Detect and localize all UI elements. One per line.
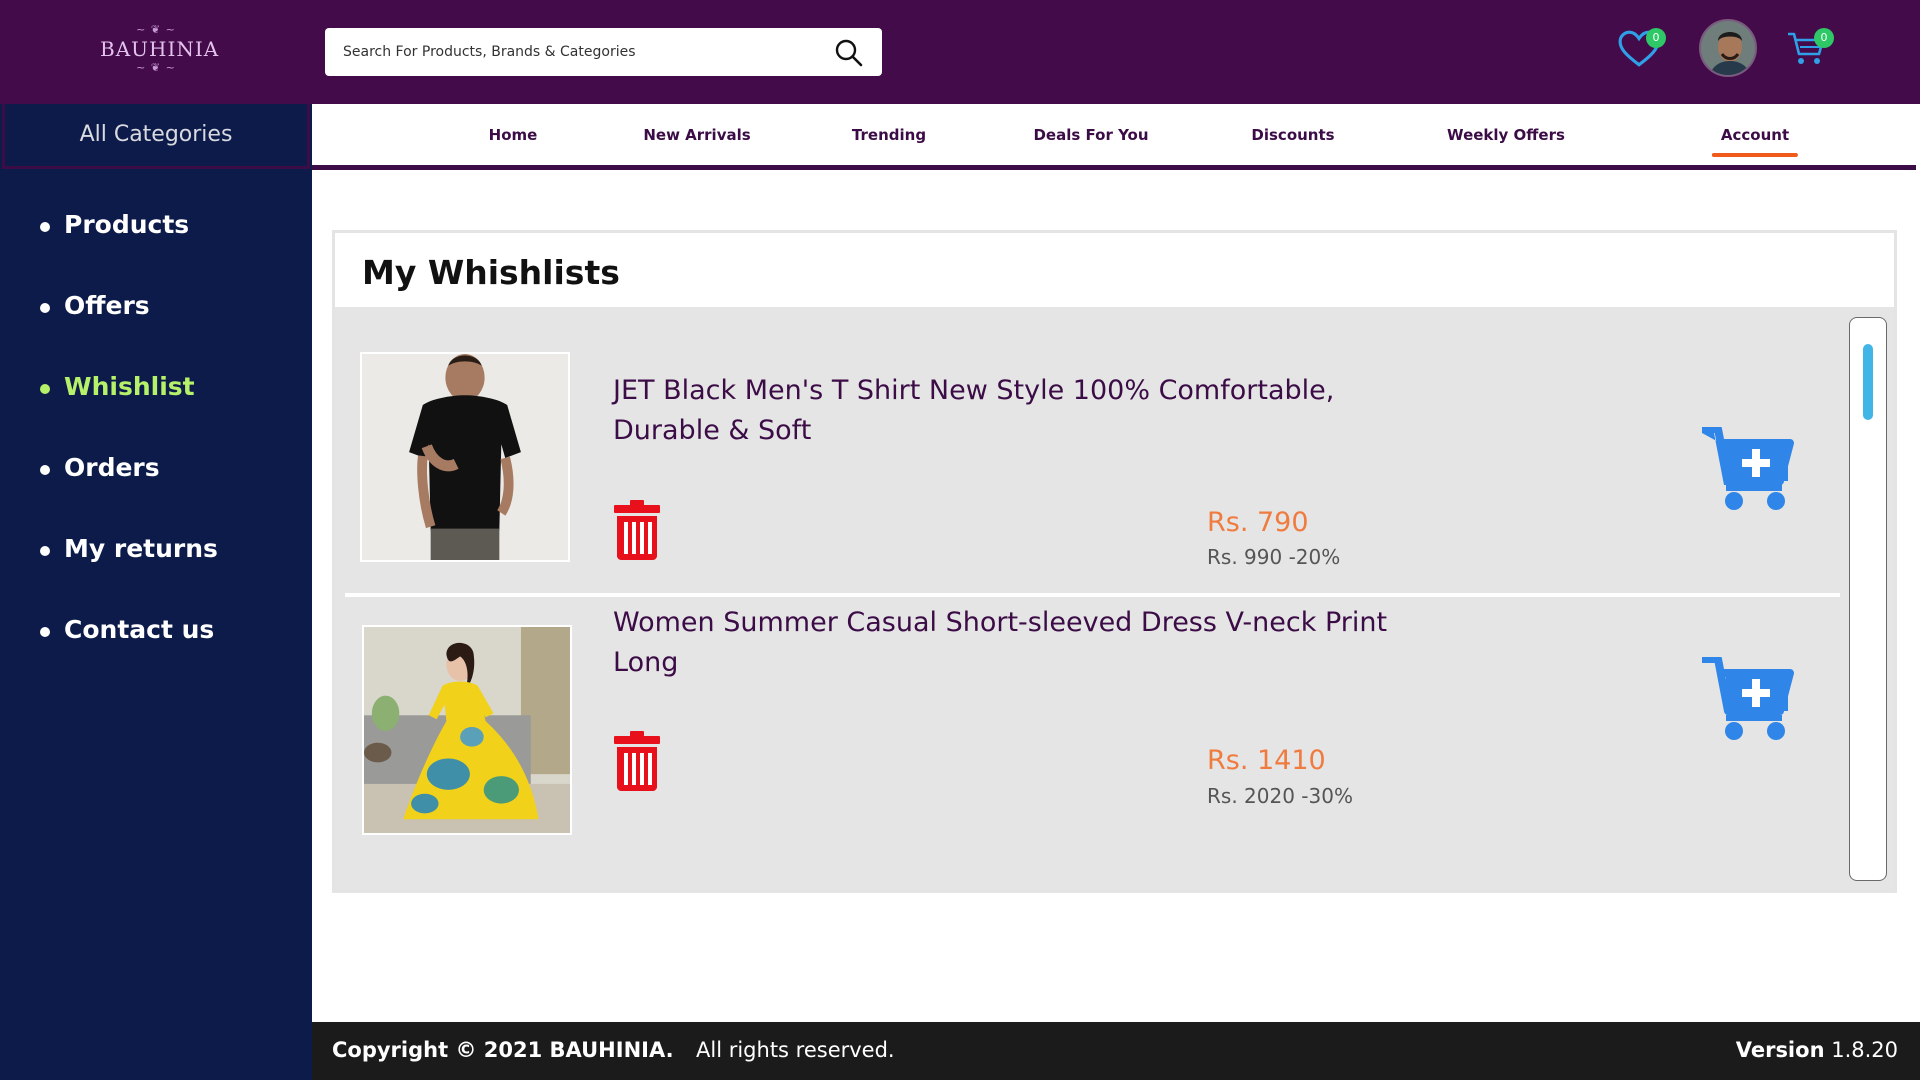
nav-weekly-offers[interactable]: Weekly Offers (1447, 126, 1565, 144)
dress-photo-icon (364, 627, 570, 833)
search-icon[interactable] (834, 38, 864, 68)
logo-flourish-bottom: ~ ❦ ~ (136, 61, 176, 74)
sidebar-item-label: Whishlist (64, 372, 195, 401)
nav-new-arrivals[interactable]: New Arrivals (643, 126, 750, 144)
bullet-icon (40, 303, 50, 313)
tshirt-photo-icon (362, 354, 568, 560)
product-image[interactable] (360, 352, 570, 562)
sidebar-item-my-returns[interactable]: My returns (0, 534, 312, 615)
nav-trending[interactable]: Trending (852, 126, 926, 144)
search-input[interactable] (343, 28, 823, 76)
sidebar-menu: Products Offers Whishlist Orders My retu… (0, 210, 312, 696)
trash-icon[interactable] (613, 731, 661, 791)
nav-account[interactable]: Account (1711, 126, 1799, 157)
scrollbar[interactable] (1849, 317, 1887, 881)
top-nav: Home New Arrivals Trending Deals For You… (312, 104, 1916, 170)
bullet-icon (40, 627, 50, 637)
version-info: Version 1.8.20 (1736, 1038, 1898, 1062)
bullet-icon (40, 546, 50, 556)
nav-discounts[interactable]: Discounts (1251, 126, 1334, 144)
sidebar-item-label: Orders (64, 453, 160, 482)
product-original-price: Rs. 2020 -30% (1207, 784, 1353, 808)
sidebar-item-label: My returns (64, 534, 218, 563)
product-title[interactable]: JET Black Men's T Shirt New Style 100% C… (613, 371, 1433, 451)
avatar[interactable] (1699, 19, 1757, 77)
copyright-text: Copyright © 2021 BAUHINIA. (332, 1038, 674, 1062)
version-number: 1.8.20 (1831, 1038, 1898, 1062)
sidebar-item-offers[interactable]: Offers (0, 291, 312, 372)
panel-header: My Whishlists (335, 233, 1894, 307)
product-original-price: Rs. 990 -20% (1207, 545, 1341, 569)
top-bar: ~ ❦ ~ BAUHINIA ~ ❦ ~ 0 (0, 0, 1920, 104)
add-to-cart-icon[interactable] (1700, 427, 1795, 511)
wishlist-panel: My Whishlists JET Black Men's T Shirt Ne… (332, 230, 1897, 893)
cart-button[interactable]: 0 (1786, 24, 1838, 70)
rights-text: All rights reserved. (696, 1038, 895, 1062)
user-photo-icon (1701, 21, 1755, 75)
trash-icon[interactable] (613, 500, 661, 560)
nav-home[interactable]: Home (489, 126, 538, 144)
sidebar-item-products[interactable]: Products (0, 210, 312, 291)
search-bar (325, 28, 882, 76)
product-price: Rs. 1410 (1207, 745, 1326, 776)
brand-name: BAUHINIA (100, 37, 220, 61)
sidebar-item-whishlist[interactable]: Whishlist (0, 372, 312, 453)
version-label: Version (1735, 1038, 1825, 1062)
sidebar-item-label: Products (64, 210, 190, 239)
bullet-icon (40, 384, 50, 394)
bullet-icon (40, 465, 50, 475)
all-categories-button[interactable]: All Categories (2, 104, 310, 169)
logo-flourish-top: ~ ❦ ~ (136, 23, 176, 36)
product-image[interactable] (362, 625, 572, 835)
page-title: My Whishlists (362, 253, 620, 292)
bullet-icon (40, 222, 50, 232)
add-to-cart-icon[interactable] (1700, 657, 1795, 741)
sidebar: All Categories Products Offers Whishlist… (0, 104, 312, 1080)
sidebar-item-orders[interactable]: Orders (0, 453, 312, 534)
brand-logo[interactable]: ~ ❦ ~ BAUHINIA ~ ❦ ~ (100, 23, 220, 78)
footer: Copyright © 2021 BAUHINIA. All rights re… (312, 1022, 1920, 1080)
scrollbar-thumb[interactable] (1863, 344, 1873, 420)
wishlist-button[interactable]: 0 (1618, 24, 1670, 70)
sidebar-item-label: Offers (64, 291, 150, 320)
sidebar-item-label: Contact us (64, 615, 215, 644)
cart-count-badge: 0 (1814, 28, 1834, 48)
nav-deals-for-you[interactable]: Deals For You (1033, 126, 1148, 144)
sidebar-item-contact-us[interactable]: Contact us (0, 615, 312, 696)
wishlist-item: Women Summer Casual Short-sleeved Dress … (335, 597, 1835, 887)
product-price: Rs. 790 (1207, 507, 1309, 538)
wishlist-count-badge: 0 (1646, 28, 1666, 48)
wishlist-item: JET Black Men's T Shirt New Style 100% C… (335, 307, 1835, 597)
product-title[interactable]: Women Summer Casual Short-sleeved Dress … (613, 603, 1433, 683)
